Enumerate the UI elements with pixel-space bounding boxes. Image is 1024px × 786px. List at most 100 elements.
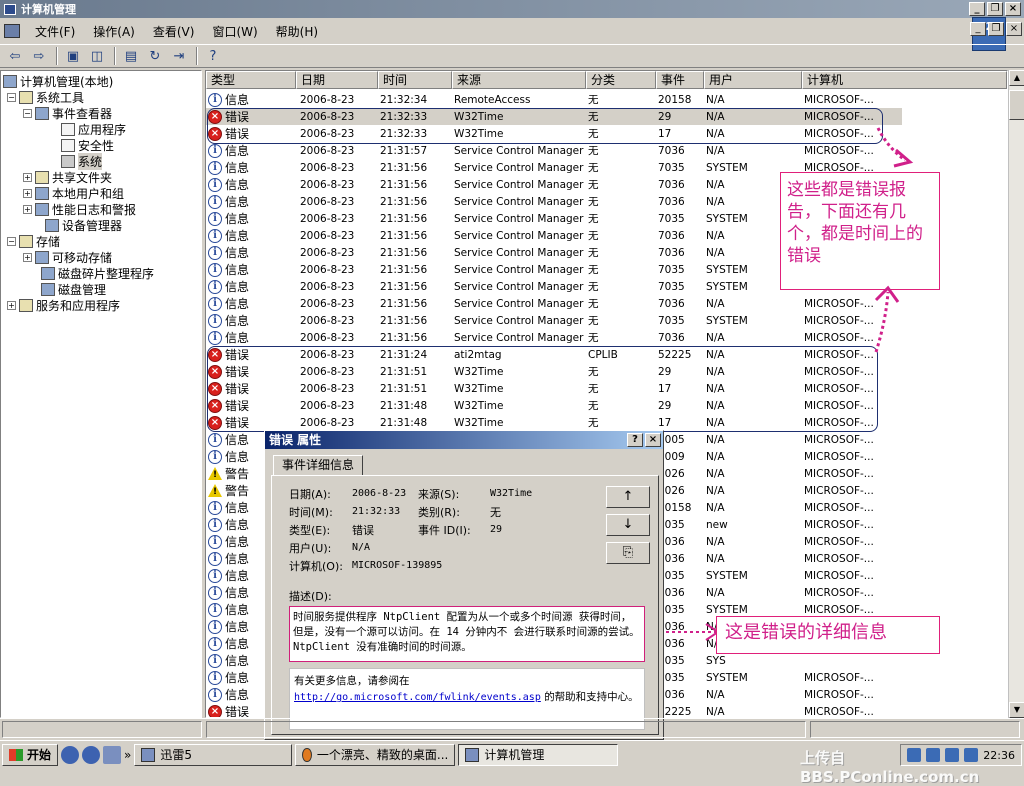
menu-help[interactable]: 帮助(H) [267,23,327,40]
show-tree-icon[interactable]: ◫ [86,46,108,66]
type-label: 信息 [225,93,250,107]
table-row[interactable]: × 错误 2006-8-23 21:32:33 W32Time 无 29 N/A MICROSO… [206,108,902,125]
cell-time: 21:32:33 [380,127,428,140]
cell-user: N/A [706,501,725,514]
tree-node-computer-management[interactable]: 计算机管理(本地) [3,73,113,89]
mdi-restore-button[interactable]: ❐ [988,22,1004,36]
tree-node-local-users[interactable]: + 本地用户和组 [23,185,124,201]
type-label: 信息 [225,297,250,311]
table-row[interactable]: i 信息 2006-8-23 21:31:56 Service Control Mana… [206,329,902,346]
up-folder-icon[interactable]: ▣ [62,46,84,66]
expand-icon[interactable]: + [7,300,16,310]
type-label: 信息 [225,688,250,702]
collapse-icon[interactable]: − [23,108,32,118]
table-row[interactable]: × 错误 2006-8-23 21:31:51 W32Time 无 17 N/A MICROSO… [206,380,902,397]
type-label: 错误 [225,110,250,124]
mmc-icon[interactable] [4,24,20,38]
back-arrow-icon[interactable]: ⇦ [4,46,26,66]
tree-node-device-manager[interactable]: 设备管理器 [45,217,122,233]
scroll-thumb[interactable] [1009,90,1024,120]
menu-view[interactable]: 查看(V) [144,23,204,40]
table-row[interactable]: i 信息 2006-8-23 21:31:57 Service Control Mana… [206,142,902,159]
start-button[interactable]: 开始 [2,743,59,766]
table-row[interactable]: × 错误 2006-8-23 21:32:33 W32Time 无 17 N/A MICROSO… [206,125,902,142]
cell-event: 29 [658,365,672,378]
tree-node-system-tools[interactable]: − 系统工具 [7,89,84,105]
tree-node-storage[interactable]: − 存储 [7,233,60,249]
column-computer[interactable]: 计算机 [802,71,1007,89]
cell-computer: MICROSOF-... [804,433,874,446]
expand-icon[interactable]: + [23,188,32,198]
collapse-icon[interactable]: − [7,236,16,246]
close-button[interactable]: × [1005,2,1021,16]
collapse-icon[interactable]: − [7,92,16,102]
column-type[interactable]: 类型 [206,71,296,89]
column-event[interactable]: 事件 [656,71,704,89]
tree-node-disk-management[interactable]: 磁盘管理 [41,281,106,297]
task-xunlei[interactable]: 迅雷5 [134,743,293,766]
dialog-help-button[interactable]: ? [627,433,643,447]
task-computer-management[interactable]: 计算机管理 [458,743,619,766]
expand-icon[interactable]: + [23,252,32,262]
table-row[interactable]: × 错误 2006-8-23 21:31:24 ati2mtag CPLIB 52225 N/… [206,346,902,363]
column-user[interactable]: 用户 [704,71,802,89]
help-link[interactable]: http://go.microsoft.com/fwlink/events.as… [294,692,541,703]
scroll-up-icon[interactable]: ▲ [1009,70,1024,86]
expand-icon[interactable]: + [23,172,32,182]
tree-node-performance-logs[interactable]: + 性能日志和警报 [23,201,136,217]
cell-computer: MICROSOF-... [804,297,874,310]
help-icon[interactable]: ? [202,46,224,66]
table-row[interactable]: × 错误 2006-8-23 21:31:48 W32Time 无 29 N/A MICROSO… [206,397,902,414]
dialog-close-button[interactable]: × [645,433,661,447]
restore-button[interactable]: ❐ [987,2,1003,16]
event-id-value: 29 [490,524,503,535]
table-row[interactable]: i 信息 2006-8-23 21:32:34 RemoteAccess 无 20158 N/… [206,91,902,108]
column-time[interactable]: 时间 [378,71,452,89]
tree-node-event-viewer[interactable]: − 事件查看器 [23,105,112,121]
column-date[interactable]: 日期 [296,71,378,89]
column-category[interactable]: 分类 [586,71,656,89]
copy-event-button[interactable]: ⎘ [606,542,650,564]
table-row[interactable]: × 错误 2006-8-23 21:31:48 W32Time 无 17 N/A MICROSO… [206,414,902,431]
mdi-minimize-button[interactable]: _ [970,22,986,36]
refresh-icon[interactable]: ↻ [144,46,166,66]
tree-node-removable-storage[interactable]: + 可移动存储 [23,249,112,265]
tree-node-application-log[interactable]: 应用程序 [61,121,126,137]
tree-node-services-applications[interactable]: + 服务和应用程序 [7,297,120,313]
quick-launch-more-icon[interactable]: » [124,748,131,762]
forward-arrow-icon[interactable]: ⇨ [28,46,50,66]
table-row[interactable]: × 错误 2006-8-23 21:31:51 W32Time 无 29 N/A MICROSO… [206,363,902,380]
cell-date: 2006-8-23 [300,161,355,174]
warning-icon: ! [208,484,222,497]
cell-computer: MICROSOF-... [804,518,874,531]
quick-launch-icon[interactable] [82,745,101,764]
list-scrollbar[interactable]: ▲ ▼ [1008,70,1024,718]
tree-node-security-log[interactable]: 安全性 [61,137,114,153]
cell-time: 21:31:56 [380,178,428,191]
quick-launch-icon[interactable] [103,745,122,764]
task-browser[interactable]: 一个漂亮、精致的桌面... [295,743,456,766]
expand-icon[interactable]: + [23,204,32,214]
mdi-close-button[interactable]: × [1006,22,1022,36]
table-row[interactable]: i 信息 2006-8-23 21:31:56 Service Control Mana… [206,312,902,329]
cell-source: Service Control Manager [454,263,584,276]
scroll-down-icon[interactable]: ▼ [1009,702,1024,718]
tree-node-system-log[interactable]: 系统 [61,152,103,170]
tab-event-details[interactable]: 事件详细信息 [273,455,364,475]
menu-window[interactable]: 窗口(W) [203,23,266,40]
export-list-icon[interactable]: ⇥ [168,46,190,66]
menu-action[interactable]: 操作(A) [84,23,144,40]
cell-user: N/A [706,705,725,718]
tree-node-shared-folders[interactable]: + 共享文件夹 [23,169,112,185]
column-source[interactable]: 来源 [452,71,586,89]
next-event-button[interactable]: ↓ [606,514,650,536]
menu-file[interactable]: 文件(F) [26,23,84,40]
previous-event-button[interactable]: ↑ [606,486,650,508]
minimize-button[interactable]: _ [969,2,985,16]
cell-type: i 信息 [206,329,296,346]
properties-icon[interactable]: ▤ [120,46,142,66]
tree-node-disk-defragmenter[interactable]: 磁盘碎片整理程序 [41,265,154,281]
table-row[interactable]: i 信息 2006-8-23 21:31:56 Service Control Mana… [206,295,902,312]
description-text[interactable]: 时间服务提供程序 NtpClient 配置为从一个或多个时间源 获得时间，但是，… [289,606,645,662]
quick-launch-icon[interactable] [61,745,80,764]
